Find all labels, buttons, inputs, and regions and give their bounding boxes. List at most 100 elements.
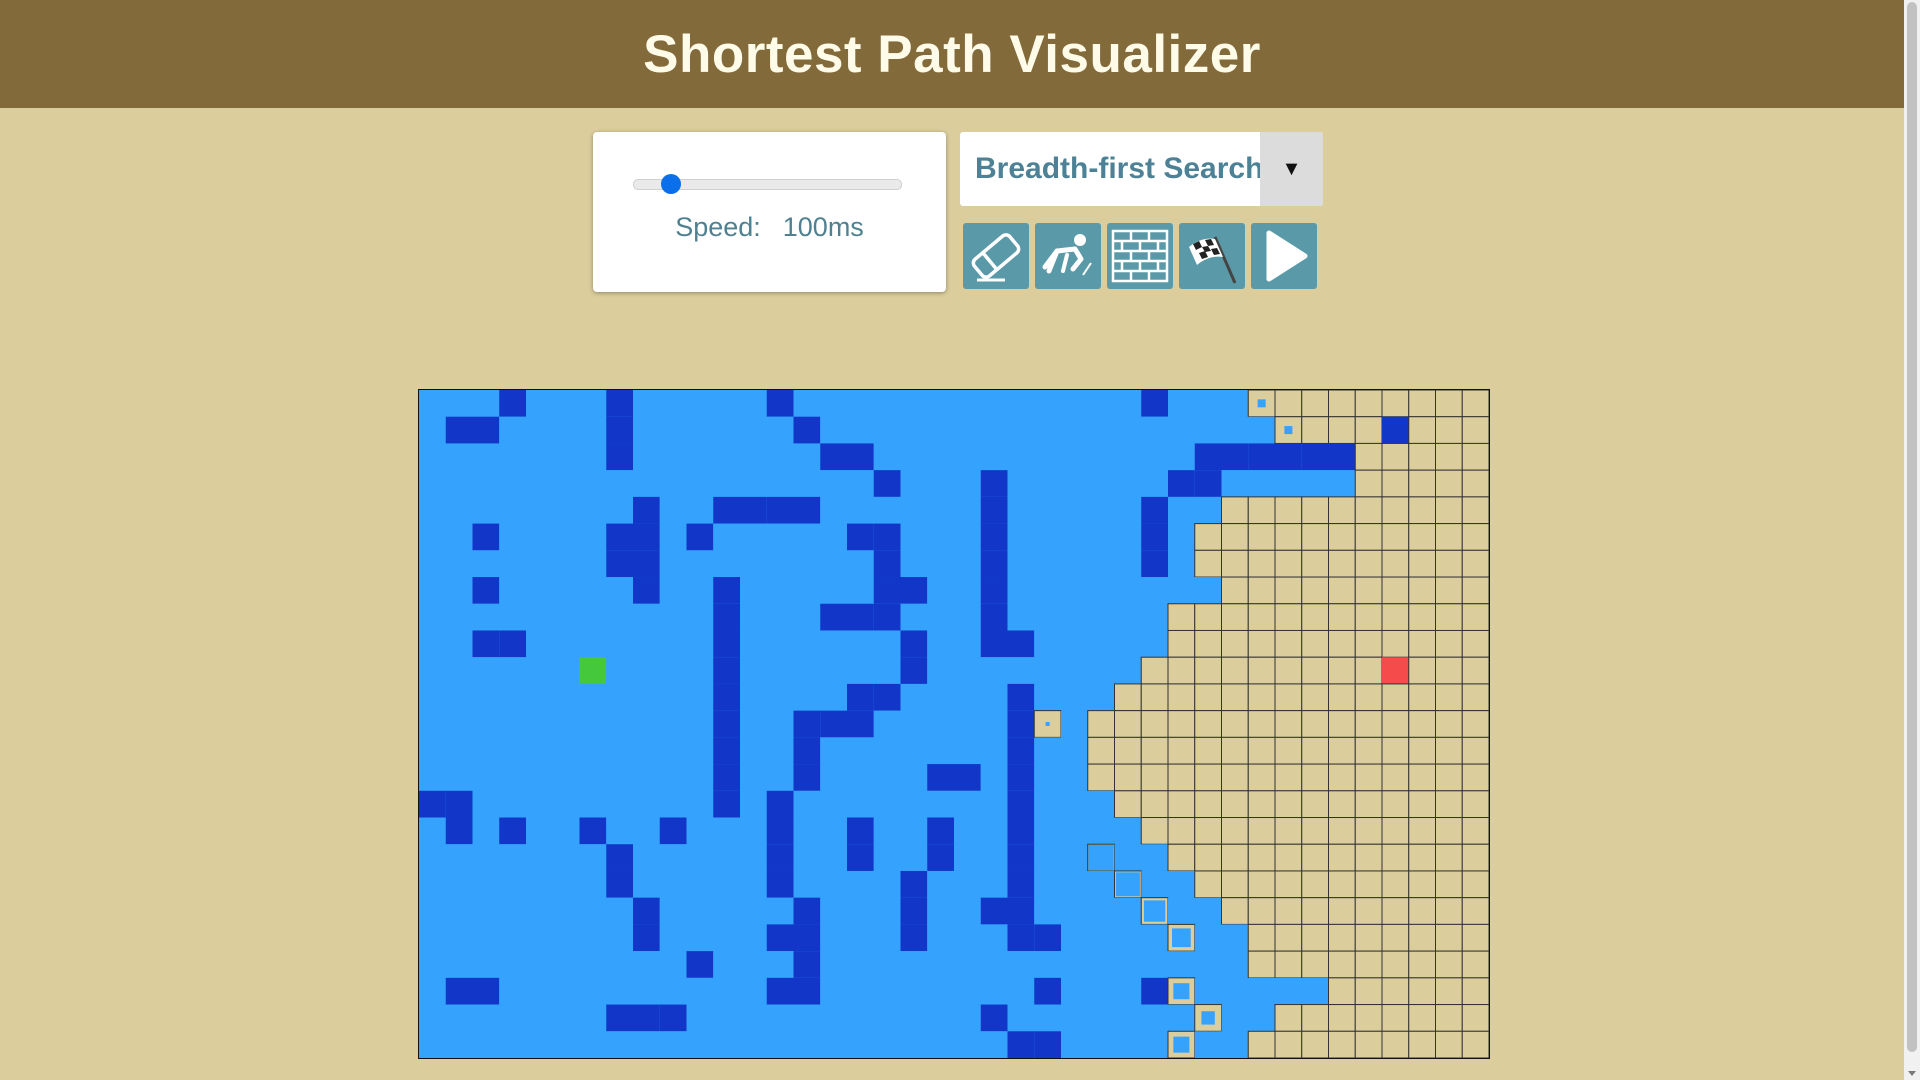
visited-cell[interactable]: [820, 496, 847, 524]
grid-cell[interactable]: [1354, 897, 1383, 925]
wall-cell[interactable]: [793, 924, 821, 952]
visited-cell[interactable]: [659, 390, 687, 417]
wall-tool-button[interactable]: [1107, 223, 1173, 289]
grid-cell[interactable]: [1221, 656, 1249, 685]
visited-cell[interactable]: [579, 764, 607, 791]
wall-cell[interactable]: [847, 710, 874, 738]
visited-cell[interactable]: [793, 550, 821, 578]
visited-cell[interactable]: [659, 897, 687, 925]
grid-cell[interactable]: [1354, 629, 1383, 658]
visited-cell[interactable]: [900, 390, 928, 417]
visited-cell[interactable]: [1248, 416, 1275, 444]
grid-cell[interactable]: [1408, 950, 1436, 979]
visited-cell[interactable]: [1114, 817, 1142, 845]
scroll-down-arrow-icon[interactable]: [1908, 1071, 1916, 1076]
visited-cell[interactable]: [579, 550, 607, 578]
wall-cell[interactable]: [1007, 897, 1035, 925]
visited-cell[interactable]: [1087, 1004, 1115, 1032]
visited-cell[interactable]: [579, 630, 607, 658]
visited-cell[interactable]: [954, 496, 981, 524]
visited-cell[interactable]: [552, 1004, 580, 1032]
visited-cell[interactable]: [713, 470, 740, 497]
visited-cell[interactable]: [927, 523, 954, 551]
visited-cell[interactable]: [927, 657, 954, 684]
wall-cell[interactable]: [1007, 710, 1035, 738]
visited-cell[interactable]: [1114, 443, 1142, 471]
visited-cell[interactable]: [633, 1031, 660, 1058]
visited-cell[interactable]: [740, 817, 767, 845]
visited-cell[interactable]: [954, 683, 981, 711]
grid-cell[interactable]: [1354, 1004, 1383, 1032]
grid-cell[interactable]: [1461, 1030, 1489, 1058]
visited-cell[interactable]: [499, 897, 526, 925]
visited-cell[interactable]: [927, 924, 954, 952]
grid-cell[interactable]: [1194, 817, 1222, 845]
grid-cell[interactable]: [1301, 710, 1329, 738]
visited-cell[interactable]: [713, 897, 740, 925]
visited-cell[interactable]: [579, 523, 607, 551]
visited-cell[interactable]: [579, 443, 607, 471]
visited-cell[interactable]: [954, 817, 981, 845]
grid-cell[interactable]: [1328, 390, 1356, 418]
visited-cell[interactable]: [633, 764, 660, 791]
visited-cell[interactable]: [579, 577, 607, 604]
wall-cell[interactable]: [1034, 977, 1061, 1005]
grid-cell[interactable]: [1247, 763, 1276, 792]
visited-cell[interactable]: [1114, 496, 1142, 524]
grid-cell[interactable]: [1408, 1004, 1436, 1032]
visited-cell[interactable]: [659, 577, 687, 604]
visited-cell[interactable]: [686, 1004, 714, 1032]
visited-cell[interactable]: [606, 603, 633, 631]
visited-cell[interactable]: [526, 977, 553, 1005]
grid-cell[interactable]: [1461, 817, 1489, 845]
visited-cell[interactable]: [659, 870, 687, 898]
grid-cell[interactable]: [1328, 897, 1356, 925]
visited-cell[interactable]: [1194, 924, 1222, 952]
visited-cell[interactable]: [900, 844, 928, 871]
visited-cell[interactable]: [1007, 390, 1035, 417]
visited-cell[interactable]: [526, 523, 553, 551]
wall-cell[interactable]: [766, 790, 794, 818]
visited-cell[interactable]: [526, 844, 553, 871]
visited-cell[interactable]: [552, 470, 580, 497]
visited-cell[interactable]: [1087, 416, 1115, 444]
visited-cell[interactable]: [1061, 951, 1088, 978]
visited-cell[interactable]: [419, 390, 446, 417]
grid-cell[interactable]: [1274, 736, 1303, 765]
wall-cell[interactable]: [713, 577, 740, 604]
visited-cell[interactable]: [927, 390, 954, 417]
wall-cell[interactable]: [606, 416, 633, 444]
grid-cell[interactable]: [1274, 1004, 1303, 1032]
visited-cell[interactable]: [1141, 443, 1168, 471]
grid-cell[interactable]: [1381, 843, 1410, 872]
visited-cell[interactable]: [954, 470, 981, 497]
visited-cell[interactable]: [445, 550, 473, 578]
visited-cell[interactable]: [552, 550, 580, 578]
wall-cell[interactable]: [980, 470, 1008, 497]
visited-cell[interactable]: [847, 577, 874, 604]
visited-cell[interactable]: [526, 1004, 553, 1032]
visited-cell[interactable]: [793, 390, 821, 417]
grid-cell[interactable]: [1408, 790, 1436, 819]
visited-cell[interactable]: [419, 764, 446, 791]
visited-cell[interactable]: [1087, 523, 1115, 551]
wall-cell[interactable]: [793, 764, 821, 791]
visited-cell[interactable]: [1114, 550, 1142, 578]
visited-cell[interactable]: [793, 443, 821, 471]
visited-cell[interactable]: [820, 790, 847, 818]
visited-cell[interactable]: [526, 603, 553, 631]
visited-cell[interactable]: [954, 416, 981, 444]
grid-cell[interactable]: [1221, 736, 1249, 765]
visited-cell[interactable]: [1194, 390, 1222, 417]
visited-cell[interactable]: [552, 657, 580, 684]
grid-cell[interactable]: [1167, 843, 1196, 872]
visited-cell[interactable]: [873, 737, 901, 765]
visited-cell[interactable]: [713, 924, 740, 952]
visited-cell[interactable]: [1087, 550, 1115, 578]
visited-cell[interactable]: [686, 924, 714, 952]
visited-cell[interactable]: [419, 683, 446, 711]
visited-cell[interactable]: [793, 1004, 821, 1032]
grid-cell[interactable]: [1274, 549, 1303, 578]
visited-cell[interactable]: [927, 737, 954, 765]
grid-cell[interactable]: [1167, 710, 1196, 738]
